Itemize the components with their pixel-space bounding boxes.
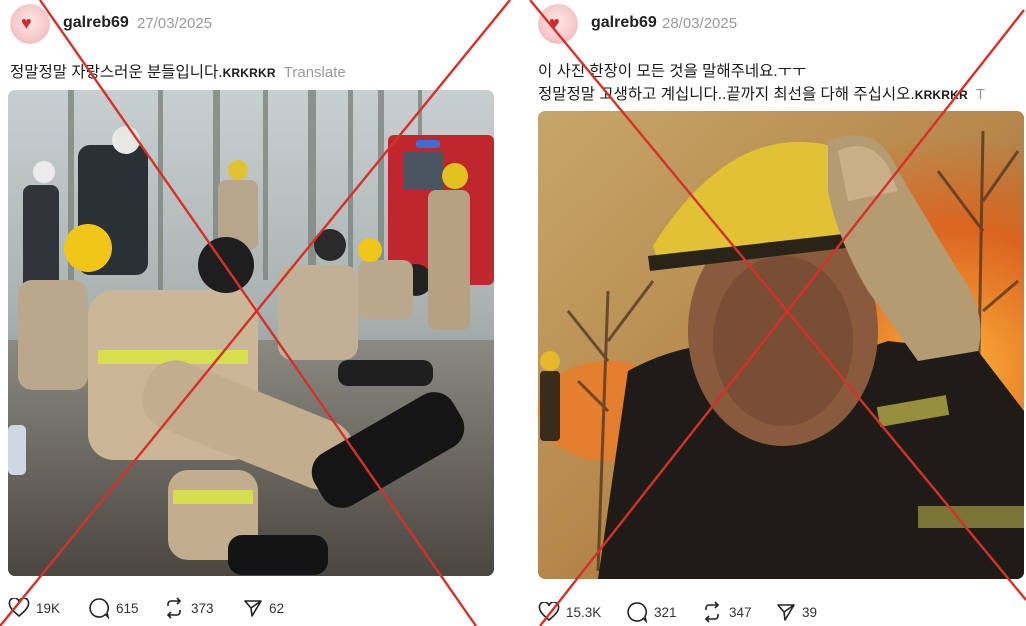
like-button[interactable]: 15.3K	[538, 600, 601, 624]
heart-outline-icon	[538, 602, 560, 622]
firefighters-resting-photo[interactable]	[8, 90, 494, 576]
post-caption-line-2: 정말정말 고생하고 계십니다..끝까지 최선을 다해 주십시오.KRKRKR T	[538, 82, 985, 104]
send-icon	[244, 600, 262, 617]
repost-button[interactable]: 373	[163, 596, 214, 620]
post-caption-line-1: 이 사진 한장이 모든 것을 말해주네요.ㅜㅜ	[538, 63, 807, 80]
post-divider	[513, 0, 527, 626]
exhausted-firefighter-photo[interactable]	[538, 111, 1024, 579]
heart-icon: ♥	[549, 13, 560, 33]
comment-button[interactable]: 615	[88, 596, 139, 620]
share-count: 62	[269, 600, 285, 616]
like-count: 15.3K	[566, 604, 602, 620]
post-date: 27/03/2025	[137, 15, 213, 32]
like-button[interactable]: 19K	[8, 596, 60, 620]
caption-text: 정말정말 자랑스러운 분들입니다.	[10, 64, 223, 81]
share-count: 39	[802, 604, 818, 620]
post-card-right: ♥ galreb69 28/03/2025 이 사진 한장이 모든 것을 말해주…	[528, 0, 1026, 626]
username[interactable]: galreb69	[591, 14, 657, 32]
like-count: 19K	[36, 600, 61, 616]
caption-text: 정말정말 고생하고 계십니다..끝까지 최선을 다해 주십시오.	[538, 86, 915, 103]
heart-outline-icon	[8, 598, 30, 618]
repost-icon	[166, 597, 182, 619]
comment-button[interactable]: 321	[626, 600, 677, 624]
comment-count: 615	[116, 600, 139, 616]
post-card-left: ♥ galreb69 27/03/2025 정말정말 자랑스러운 분들입니다.K…	[0, 0, 512, 626]
comment-count: 321	[654, 604, 677, 620]
post-caption: 정말정말 자랑스러운 분들입니다.KRKRKR Translate	[10, 60, 346, 82]
repost-count: 373	[191, 600, 214, 616]
repost-count: 347	[729, 604, 752, 620]
send-icon	[777, 604, 795, 621]
translate-link[interactable]: T	[976, 86, 985, 103]
repost-button[interactable]: 347	[701, 600, 752, 624]
avatar[interactable]: ♥	[538, 4, 578, 44]
share-button[interactable]: 62	[243, 596, 284, 620]
heart-icon: ♥	[21, 13, 32, 33]
comment-bubble-icon	[89, 598, 110, 619]
post-date: 28/03/2025	[662, 15, 738, 32]
share-button[interactable]: 39	[776, 600, 817, 624]
caption-suffix: KRKRKR	[222, 66, 276, 80]
username[interactable]: galreb69	[63, 14, 129, 32]
repost-icon	[704, 601, 720, 623]
avatar[interactable]: ♥	[10, 4, 50, 44]
comment-bubble-icon	[627, 602, 648, 623]
translate-link[interactable]: Translate	[284, 64, 346, 81]
caption-suffix: KRKRKR	[914, 88, 968, 102]
